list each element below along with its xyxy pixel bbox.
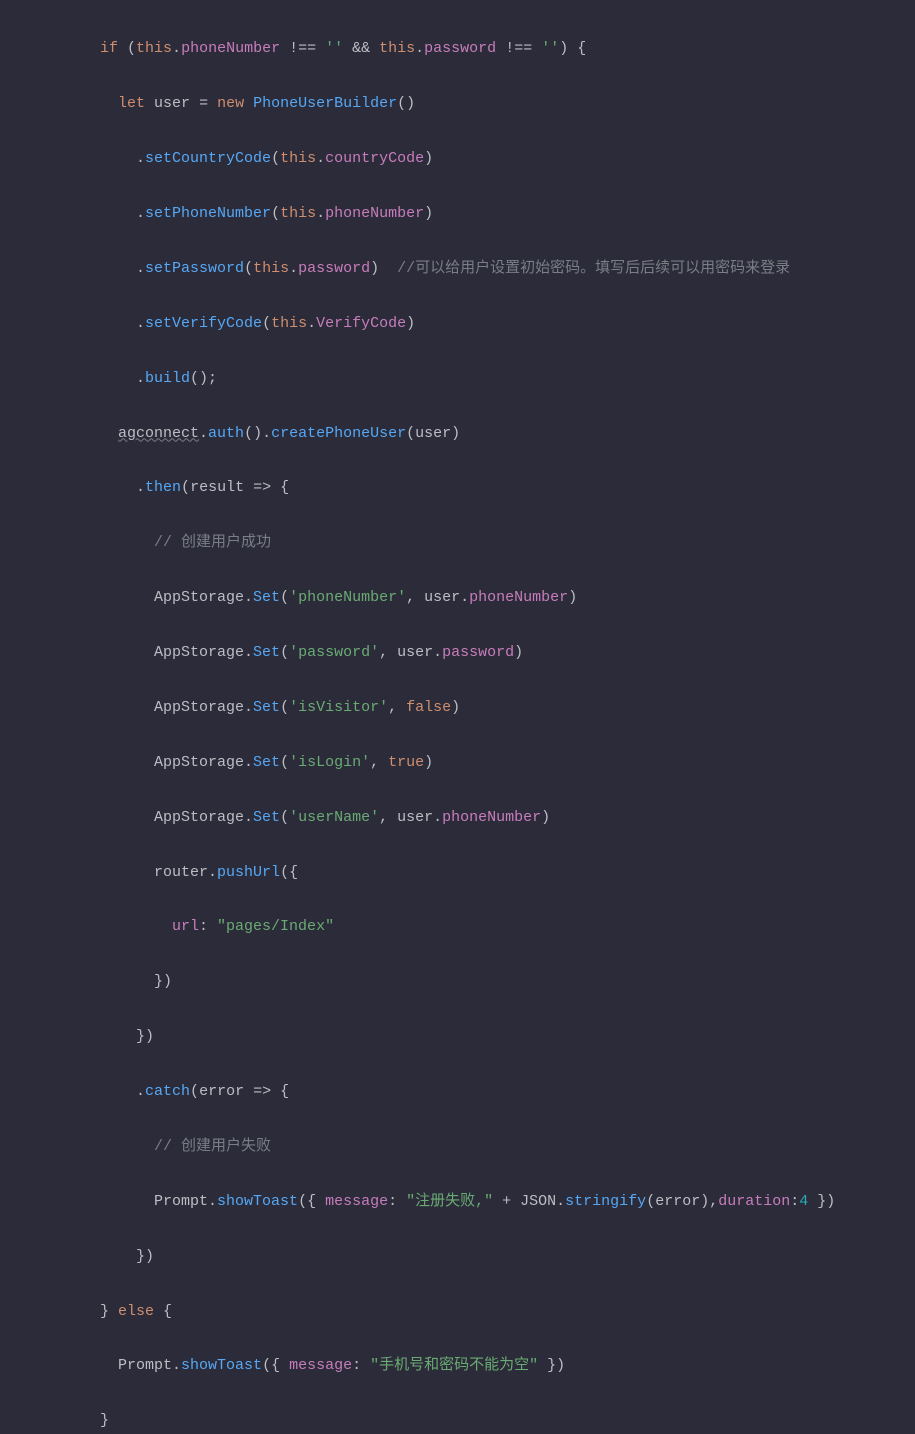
code-line: .setPassword(this.password) //可以给用户设置初始密… <box>0 255 915 282</box>
code-line: .catch(error => { <box>0 1078 915 1105</box>
code-line: AppStorage.Set('phoneNumber', user.phone… <box>0 584 915 611</box>
code-line: }) <box>0 1243 915 1270</box>
code-line: AppStorage.Set('isLogin', true) <box>0 749 915 776</box>
keyword-else: else <box>118 1303 154 1320</box>
code-line: }) <box>0 968 915 995</box>
keyword-if: if <box>100 40 118 57</box>
code-line: // 创建用户成功 <box>0 529 915 556</box>
code-line: AppStorage.Set('isVisitor', false) <box>0 694 915 721</box>
code-line: } <box>0 1407 915 1434</box>
code-line: Prompt.showToast({ message: "注册失败," + JS… <box>0 1188 915 1215</box>
code-line: .setPhoneNumber(this.phoneNumber) <box>0 200 915 227</box>
code-line: AppStorage.Set('password', user.password… <box>0 639 915 666</box>
class-phoneuserbuilder: PhoneUserBuilder <box>253 95 397 112</box>
code-line: Prompt.showToast({ message: "手机号和密码不能为空"… <box>0 1352 915 1379</box>
code-line: .setCountryCode(this.countryCode) <box>0 145 915 172</box>
code-editor[interactable]: if (this.phoneNumber !== '' && this.pass… <box>0 0 915 1434</box>
code-line: }) <box>0 1023 915 1050</box>
code-line: if (this.phoneNumber !== '' && this.pass… <box>0 35 915 62</box>
code-line: // 创建用户失败 <box>0 1133 915 1160</box>
comment: // 创建用户成功 <box>154 534 271 551</box>
code-line: agconnect.auth().createPhoneUser(user) <box>0 420 915 447</box>
code-line: url: "pages/Index" <box>0 913 915 940</box>
comment: // 创建用户失败 <box>154 1138 271 1155</box>
code-line: let user = new PhoneUserBuilder() <box>0 90 915 117</box>
code-line: router.pushUrl({ <box>0 859 915 886</box>
code-line: .then(result => { <box>0 474 915 501</box>
code-line: .setVerifyCode(this.VerifyCode) <box>0 310 915 337</box>
comment: //可以给用户设置初始密码。填写后后续可以用密码来登录 <box>397 260 790 277</box>
code-line: .build(); <box>0 365 915 392</box>
code-line: AppStorage.Set('userName', user.phoneNum… <box>0 804 915 831</box>
code-line: } else { <box>0 1298 915 1325</box>
